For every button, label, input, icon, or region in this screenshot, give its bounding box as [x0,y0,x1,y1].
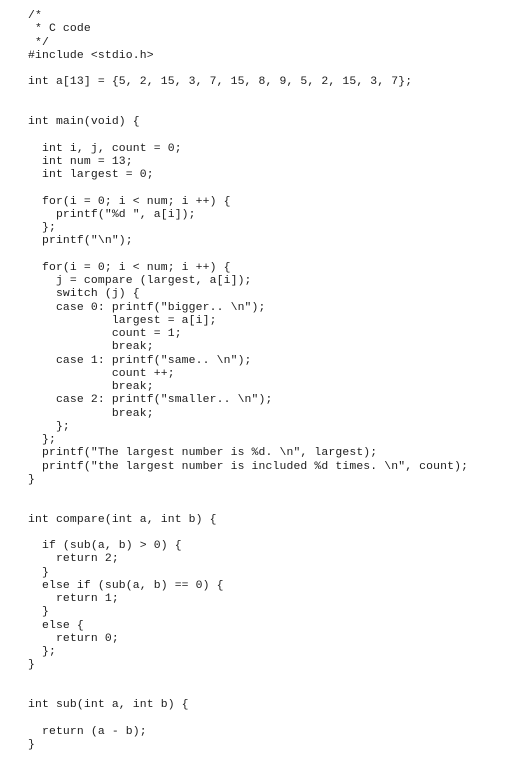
code-line: }; [28,420,70,433]
code-line: printf("The largest number is %d. \n", l… [28,447,378,460]
code-line: ​ [28,527,468,540]
code-line: return (a - b); [28,725,147,738]
code-line: int num = 13; [28,155,133,168]
code-line: case 0: printf("bigger.. \n"); [28,301,266,314]
code-line: /* [28,10,42,22]
code-line: ​ [28,249,468,262]
code-line: ​ [28,90,468,103]
code-line: }; [28,646,56,658]
code-line: break; [28,341,154,354]
code-line: } [28,606,49,619]
code-line: else { [28,619,84,632]
code-line: return 1; [28,593,119,605]
code-line: printf("\n"); [28,235,133,248]
code-line: #include <stdio.h> [28,49,154,62]
code-line: */ [28,36,49,49]
code-line: break; [28,407,154,420]
code-line: break; [28,381,154,393]
code-line: int a[13] = {5, 2, 15, 3, 7, 15, 8, 9, 5… [28,76,413,89]
code-line: int largest = 0; [28,169,154,181]
code-line: for(i = 0; i < num; i ++) { [28,195,231,208]
code-line: return 2; [28,553,119,566]
code-listing: /* * C code */#include <stdio.h>​int a[1… [28,10,468,752]
code-line: for(i = 0; i < num; i ++) { [28,261,231,274]
code-line: }; [28,434,56,446]
code-line: case 1: printf("same.. \n"); [28,354,252,367]
code-line: int i, j, count = 0; [28,142,182,155]
code-line: switch (j) { [28,288,140,301]
code-line: ​ [28,500,468,513]
code-line: ​ [28,686,468,699]
code-line: count = 1; [28,328,182,340]
code-line: ​ [28,673,468,686]
code-line: ​ [28,103,468,116]
code-line: ​ [28,129,468,142]
code-line: ​ [28,487,468,500]
code-line: } [28,566,49,579]
code-line: ​ [28,712,468,725]
code-line: count ++; [28,367,175,380]
code-line: int main(void) { [28,116,140,128]
code-line: * C code [28,23,91,36]
code-line: int compare(int a, int b) { [28,513,217,526]
code-line: case 2: printf("smaller.. \n"); [28,394,273,407]
code-line: }; [28,222,56,234]
code-line: } [28,473,35,486]
code-line: if (sub(a, b) > 0) { [28,540,182,552]
code-line: printf("the largest number is included %… [28,460,469,473]
code-line: ​ [28,182,468,195]
code-line: } [28,738,35,751]
code-line: ​ [28,63,468,76]
code-line: } [28,659,35,672]
code-line: else if (sub(a, b) == 0) { [28,579,224,592]
code-line: j = compare (largest, a[i]); [28,275,252,287]
code-line: largest = a[i]; [28,314,217,327]
code-line: printf("%d ", a[i]); [28,208,196,221]
code-line: int sub(int a, int b) { [28,699,189,711]
code-line: return 0; [28,632,119,645]
